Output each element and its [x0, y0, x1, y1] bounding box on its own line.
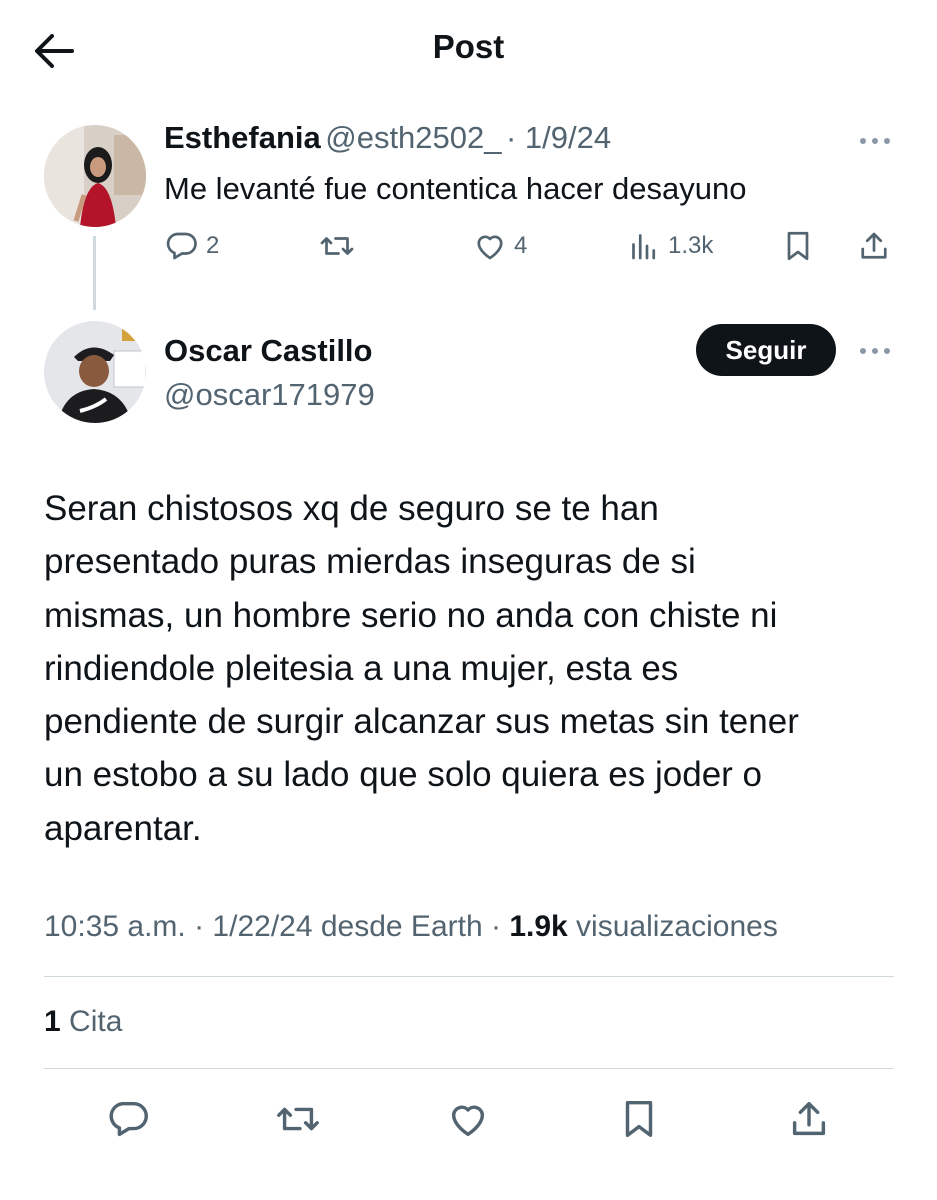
reply-header: Esthefania @esth2502_ · 1/9/24: [164, 120, 611, 156]
divider: [44, 976, 894, 977]
views-count: 1.3k: [668, 232, 714, 259]
views-icon: [626, 228, 662, 264]
like-count: 4: [514, 232, 528, 259]
divider: [44, 1068, 894, 1069]
retweet-icon[interactable]: [273, 1096, 323, 1142]
share-icon[interactable]: [786, 1096, 832, 1142]
share-icon[interactable]: [856, 228, 892, 264]
reply-author-handle[interactable]: @esth2502_: [325, 120, 501, 155]
more-icon[interactable]: [860, 348, 890, 354]
reply-count: 2: [206, 232, 220, 259]
post-views-count: 1.9k: [509, 910, 568, 943]
reply-icon: [164, 228, 200, 264]
avatar-oscar[interactable]: [44, 321, 146, 423]
more-icon[interactable]: [860, 138, 890, 144]
reply-action-retweet[interactable]: [317, 228, 357, 264]
post-meta: 10:35 a.m. · 1/22/24 desde Earth · 1.9k …: [44, 910, 778, 944]
reply-icon[interactable]: [106, 1096, 152, 1142]
reply-author-name[interactable]: Esthefania: [164, 120, 321, 155]
bookmark-icon[interactable]: [780, 228, 816, 264]
reply-action-like[interactable]: 4: [472, 228, 527, 264]
reply-text: Me levanté fue contentica hacer desayuno: [164, 171, 747, 206]
page-title: Post: [432, 28, 505, 65]
like-icon[interactable]: [445, 1096, 491, 1142]
post-author-name[interactable]: Oscar Castillo: [164, 333, 372, 369]
like-icon: [472, 228, 508, 264]
follow-button[interactable]: Seguir: [696, 324, 836, 376]
bookmark-icon[interactable]: [616, 1096, 662, 1142]
post-views-label: visualizaciones: [576, 910, 778, 943]
post-date-source: · 1/22/24 desde Earth ·: [194, 910, 501, 943]
post-author-handle[interactable]: @oscar171979: [164, 377, 375, 413]
reply-action-reply[interactable]: 2: [164, 228, 219, 264]
reply-date[interactable]: · 1/9/24: [506, 120, 611, 155]
quotes-count: 1: [44, 1005, 61, 1038]
post-text: Seran chistosos xq de seguro se te han p…: [44, 489, 799, 848]
thread-connector: [93, 236, 96, 310]
quotes-label: Cita: [69, 1005, 123, 1038]
quotes-link[interactable]: 1 Cita: [44, 1005, 122, 1039]
avatar-esthefania[interactable]: [44, 125, 146, 227]
retweet-icon: [317, 228, 357, 264]
post-time[interactable]: 10:35 a.m.: [44, 910, 186, 943]
reply-action-views[interactable]: 1.3k: [626, 228, 713, 264]
